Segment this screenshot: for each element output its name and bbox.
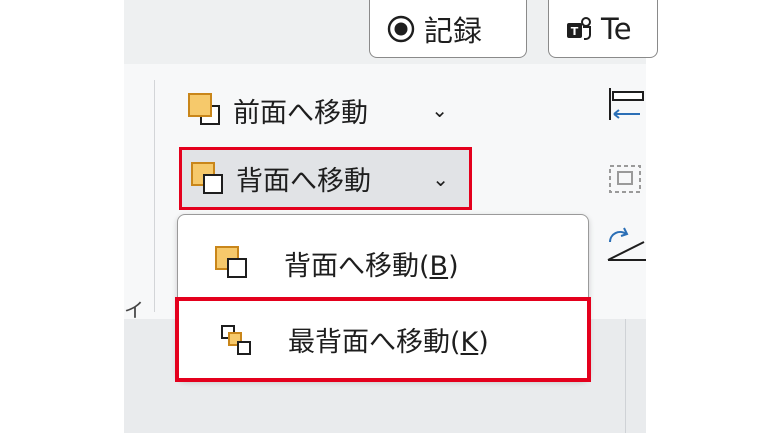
bring-forward-label: 前面へ移動 (233, 97, 368, 129)
align-icon[interactable] (604, 84, 646, 124)
teams-label: Te (601, 11, 632, 46)
menu-item-send-backward[interactable]: 背面へ移動(B) (178, 225, 588, 301)
send-to-back-icon (216, 320, 256, 360)
svg-text:T: T (571, 25, 579, 38)
partial-label: イ (124, 298, 144, 322)
menu-item-send-to-back[interactable]: 最背面へ移動(K) (175, 297, 591, 382)
ribbon-separator (154, 80, 155, 312)
chevron-down-icon[interactable]: ⌄ (431, 98, 448, 122)
send-backward-menu: 背面へ移動(B) 最背面へ移動(K) (175, 214, 591, 382)
menu-item-label: 背面へ移動(B) (284, 250, 459, 282)
menu-item-label: 最背面へ移動(K) (288, 327, 489, 358)
teams-button[interactable]: T Te (548, 0, 658, 58)
send-backward-button[interactable]: 背面へ移動 ⌄ (179, 147, 472, 210)
rotate-icon[interactable] (604, 224, 646, 264)
send-backward-icon (212, 243, 252, 283)
record-label: 記録 (424, 13, 483, 48)
record-icon (386, 14, 416, 44)
workspace-divider (625, 319, 626, 433)
send-backward-label: 背面へ移動 (236, 166, 371, 197)
group-icon[interactable] (604, 158, 646, 198)
teams-icon: T (565, 15, 593, 43)
bring-forward-button[interactable]: 前面へ移動 ⌄ (185, 81, 470, 139)
bring-forward-icon (185, 90, 225, 130)
send-backward-icon (188, 159, 228, 199)
record-button[interactable]: 記録 (369, 0, 527, 58)
chevron-down-icon[interactable]: ⌄ (432, 167, 449, 191)
